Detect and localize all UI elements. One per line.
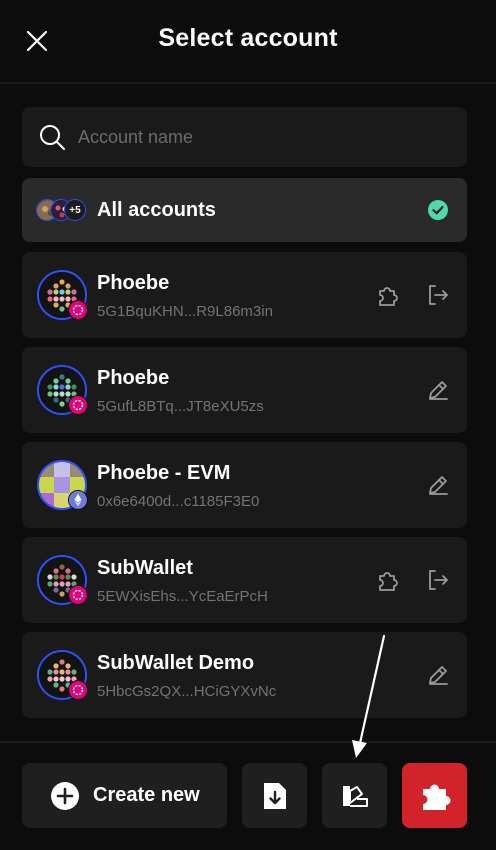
account-name: SubWallet [97,557,193,579]
theme-swatch-icon [342,785,368,807]
page-title: Select account [158,24,338,52]
ethereum-icon [68,490,88,510]
search-input[interactable] [78,126,418,148]
account-name: Phoebe [97,367,170,389]
puzzle-icon[interactable] [374,567,400,593]
search-icon [38,123,66,151]
account-address: 5G1BquKHN...R9L86m3in [97,303,273,320]
account-address: 5HbcGs2QX...HCiGYXvNc [97,683,277,700]
account-name: Phoebe [97,272,170,294]
edit-icon[interactable] [425,662,451,688]
check-icon [428,200,448,220]
header: Select account [0,0,496,84]
account-name: SubWallet Demo [97,652,255,674]
account-item[interactable]: SubWallet Demo 5HbcGs2QX...HCiGYXvNc [22,632,467,718]
account-address: 0x6e6400d...c1185F3E0 [97,493,260,510]
account-address: 5GufL8BTq...JT8eXU5zs [97,398,264,415]
account-item[interactable]: Phoebe - EVM 0x6e6400d...c1185F3E0 [22,442,467,528]
footer-divider [0,741,496,743]
create-new-label: Create new [93,784,200,806]
extension-puzzle-icon [422,784,450,810]
import-icon [263,782,286,809]
account-item[interactable]: Phoebe 5G1BquKHN...R9L86m3in [22,252,467,338]
logout-icon[interactable] [425,282,451,308]
account-item[interactable]: SubWallet 5EWXisEhs...YcEaErPcH [22,537,467,623]
polkadot-icon [68,680,88,700]
search-box[interactable] [22,107,467,167]
edit-icon[interactable] [425,377,451,403]
edit-icon[interactable] [425,472,451,498]
logout-icon[interactable] [425,567,451,593]
all-accounts-item[interactable]: +5 All accounts [22,178,467,242]
avatar-stack: +5 [36,196,92,224]
account-name: Phoebe - EVM [97,462,231,484]
account-item[interactable]: Phoebe 5GufL8BTq...JT8eXU5zs [22,347,467,433]
plus-circle-icon [51,781,79,810]
extension-button[interactable] [402,763,467,828]
create-new-button[interactable]: Create new [22,763,227,828]
theme-button[interactable] [322,763,387,828]
more-accounts-count: +5 [64,199,86,221]
polkadot-icon [68,585,88,605]
annotation-arrow [352,634,386,758]
puzzle-icon[interactable] [374,282,400,308]
polkadot-icon [68,395,88,415]
all-accounts-label: All accounts [97,198,216,221]
polkadot-icon [68,300,88,320]
account-address: 5EWXisEhs...YcEaErPcH [97,588,268,605]
import-account-button[interactable] [242,763,307,828]
